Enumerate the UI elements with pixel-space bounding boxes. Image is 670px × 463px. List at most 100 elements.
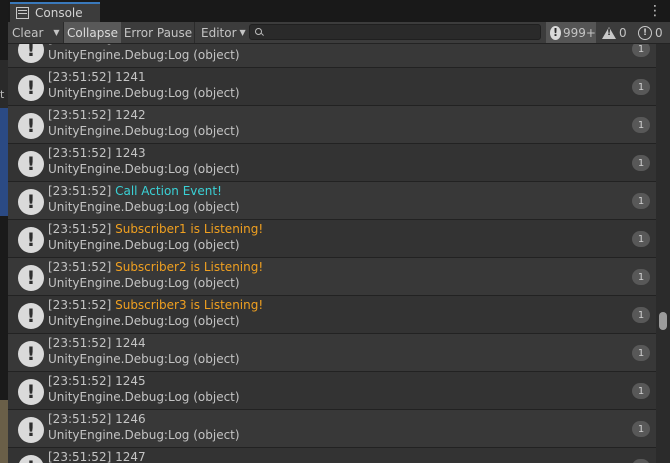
log-message-line: [23:51:52] 1241 xyxy=(48,70,146,84)
log-timestamp: [23:51:52] xyxy=(48,222,112,236)
log-stacktrace: UnityEngine.Debug:Log (object) xyxy=(48,124,240,138)
log-entry[interactable]: ! [23:51:52] 1244 UnityEngine.Debug:Log (o… xyxy=(8,334,656,372)
log-timestamp: [23:51:52] xyxy=(48,412,112,426)
scene-view-label: t xyxy=(0,88,5,101)
log-count-badge: 1 xyxy=(632,193,650,209)
error-pause-label: Error Pause xyxy=(123,25,193,40)
chevron-down-icon: ▼ xyxy=(239,28,246,37)
log-entry[interactable]: ![23:51:52] 1247UnityEngine.Debug:Log (o… xyxy=(8,448,656,463)
log-message: 1247 xyxy=(115,450,146,463)
log-message-line: [23:51:52] Subscriber3 is Listening! xyxy=(48,298,263,312)
scene-view-ground xyxy=(0,400,8,463)
info-icon: ! xyxy=(18,227,44,253)
tab-bar: Console ⋮ xyxy=(8,0,670,22)
log-message: 1241 xyxy=(115,70,146,84)
log-count-badge: 1 xyxy=(632,269,650,285)
log-message: 1246 xyxy=(115,412,146,426)
log-entry[interactable]: ! [23:51:52] Subscriber2 is Listening! Uni… xyxy=(8,258,656,296)
log-message-line: [23:51:52] 1243 xyxy=(48,146,146,160)
log-scrollbar[interactable] xyxy=(656,44,670,463)
log-count-badge: 1 xyxy=(632,117,650,133)
collapse-toggle[interactable]: Collapse xyxy=(64,22,121,43)
clear-options-dropdown[interactable]: ▼ xyxy=(47,22,64,43)
log-message-line: [23:51:52] Call Action Event! xyxy=(48,184,222,198)
log-count-badge: 1 xyxy=(632,421,650,437)
error-icon: ! xyxy=(638,25,652,40)
log-timestamp: [23:51:52] xyxy=(48,184,112,198)
log-entry[interactable]: ! [23:51:52] Subscriber3 is Listening! Uni… xyxy=(8,296,656,334)
info-icon: ! xyxy=(18,189,44,215)
scrollbar-thumb[interactable] xyxy=(659,312,667,330)
console-icon xyxy=(16,7,29,19)
log-entry[interactable]: ! [23:51:52] 1240 UnityEngine.Debug:Log (o… xyxy=(8,44,656,68)
log-entry[interactable]: ! [23:51:52] 1245 UnityEngine.Debug:Log (o… xyxy=(8,372,656,410)
log-entry[interactable]: ! [23:51:52] 1242 UnityEngine.Debug:Log (o… xyxy=(8,106,656,144)
kebab-menu-icon[interactable]: ⋮ xyxy=(648,3,662,19)
log-message-line: [23:51:52] 1246 xyxy=(48,412,146,426)
log-count-badge: 1 xyxy=(632,79,650,95)
info-icon: ! xyxy=(18,44,44,63)
info-icon: ! xyxy=(18,151,44,177)
error-pause-toggle[interactable]: Error Pause xyxy=(122,22,195,43)
warning-filter-toggle[interactable]: 0 xyxy=(599,22,632,43)
log-list[interactable]: ! [23:51:52] 1240 UnityEngine.Debug:Log (o… xyxy=(8,44,656,463)
log-timestamp: [23:51:52] xyxy=(48,44,111,46)
log-stacktrace: UnityEngine.Debug:Log (object) xyxy=(48,162,240,176)
log-entry[interactable]: ! [23:51:52] 1243 UnityEngine.Debug:Log (o… xyxy=(8,144,656,182)
log-message-line: [23:51:52] 1242 xyxy=(48,108,146,122)
log-message: 1240 xyxy=(115,44,146,46)
log-timestamp: [23:51:52] xyxy=(48,298,112,312)
clear-label: Clear xyxy=(12,25,44,40)
log-message: Subscriber3 is Listening! xyxy=(115,298,264,312)
log-timestamp: [23:51:52] xyxy=(48,374,112,388)
info-icon: ! xyxy=(18,455,44,463)
search-input[interactable] xyxy=(249,24,541,40)
console-window: Console ⋮ Clear ▼ Collapse Error Pause E… xyxy=(8,0,670,463)
log-stacktrace: UnityEngine.Debug:Log (object) xyxy=(48,352,240,366)
info-icon: ! xyxy=(18,113,44,139)
log-entry[interactable]: ! [23:51:52] Subscriber1 is Listening! Uni… xyxy=(8,220,656,258)
error-filter-toggle[interactable]: ! 0 xyxy=(635,22,670,43)
tab-console-label: Console xyxy=(35,6,83,20)
editor-label: Editor xyxy=(201,25,237,40)
scene-view-edge: t xyxy=(0,0,8,463)
log-message: 1245 xyxy=(115,374,146,388)
log-timestamp: [23:51:52] xyxy=(48,450,112,463)
log-message-line: [23:51:52] Subscriber2 is Listening! xyxy=(48,260,263,274)
log-message-line: [23:51:52] 1244 xyxy=(48,336,146,350)
log-entry[interactable]: ! [23:51:52] 1241 UnityEngine.Debug:Log (o… xyxy=(8,68,656,106)
console-toolbar: Clear ▼ Collapse Error Pause Editor ▼ ! … xyxy=(8,22,670,44)
log-stacktrace: UnityEngine.Debug:Log (object) xyxy=(48,200,240,214)
log-rows: ! [23:51:52] 1240 UnityEngine.Debug:Log (o… xyxy=(8,44,656,463)
tab-console[interactable]: Console xyxy=(10,2,100,22)
log-message-line: [23:51:52] 1247 xyxy=(48,450,146,463)
log-count-badge: 1 xyxy=(632,345,650,361)
error-count: 0 xyxy=(655,25,663,40)
info-filter-toggle[interactable]: ! 999+ xyxy=(546,22,596,43)
info-icon: ! xyxy=(18,75,44,101)
log-timestamp: [23:51:52] xyxy=(48,70,112,84)
collapse-label: Collapse xyxy=(67,25,118,40)
log-timestamp: [23:51:52] xyxy=(48,108,112,122)
log-message: 1242 xyxy=(115,108,146,122)
log-entry[interactable]: ! [23:51:52] Call Action Event! UnityEngin… xyxy=(8,182,656,220)
log-entry[interactable]: ! [23:51:52] 1246 UnityEngine.Debug:Log (o… xyxy=(8,410,656,448)
log-stacktrace: UnityEngine.Debug:Log (object) xyxy=(48,86,240,100)
editor-dropdown[interactable]: Editor ▼ xyxy=(198,22,248,43)
log-count-badge: 1 xyxy=(632,307,650,323)
log-message-line: [23:51:52] Subscriber1 is Listening! xyxy=(48,222,263,236)
clear-button[interactable]: Clear xyxy=(8,22,47,43)
warning-icon xyxy=(602,26,616,39)
log-stacktrace: UnityEngine.Debug:Log (object) xyxy=(48,428,240,442)
log-timestamp: [23:51:52] xyxy=(48,146,112,160)
info-icon: ! xyxy=(18,417,44,443)
chevron-down-icon: ▼ xyxy=(53,28,60,37)
warning-count: 0 xyxy=(619,25,627,40)
log-timestamp: [23:51:52] xyxy=(48,336,112,350)
log-message: 1243 xyxy=(115,146,146,160)
info-icon: ! xyxy=(18,265,44,291)
log-message: Subscriber1 is Listening! xyxy=(115,222,264,236)
log-message: Call Action Event! xyxy=(115,184,222,198)
scene-view-sky xyxy=(0,108,8,216)
log-message: Subscriber2 is Listening! xyxy=(115,260,264,274)
